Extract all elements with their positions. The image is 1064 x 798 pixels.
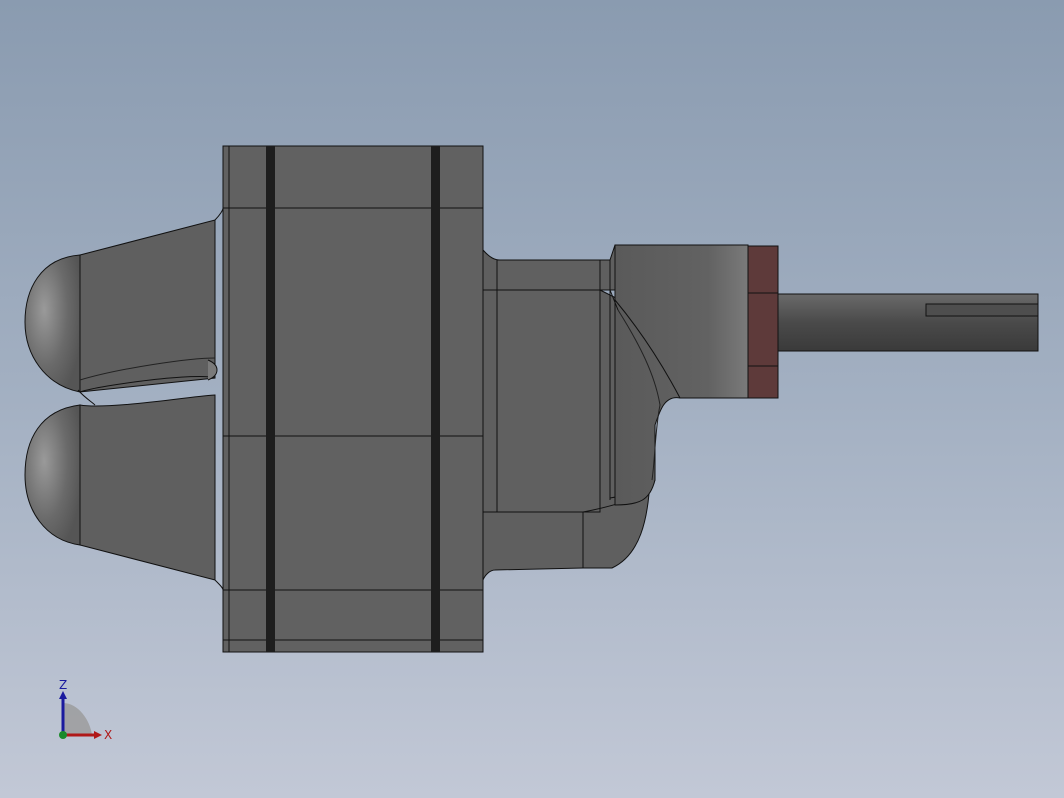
orientation-triad[interactable]: Z X <box>50 675 120 745</box>
groove-band-right <box>431 146 440 652</box>
y-axis-dot <box>59 731 67 739</box>
3d-viewport[interactable] <box>0 0 1064 798</box>
x-axis-label: X <box>104 728 112 742</box>
z-axis-label: Z <box>59 678 67 692</box>
triad-plane <box>63 703 92 735</box>
x-axis-arrowhead <box>94 731 102 739</box>
lower-lobe <box>24 389 216 581</box>
groove-band-left <box>266 146 275 652</box>
main-housing-block <box>214 145 484 653</box>
upper-lobe <box>24 219 218 393</box>
outlet-elbow <box>609 244 749 506</box>
cad-model[interactable] <box>24 145 1039 653</box>
output-shaft <box>777 293 1039 352</box>
keyway-slot <box>925 303 1039 317</box>
z-axis-arrowhead <box>59 691 67 699</box>
hex-nut <box>747 245 779 399</box>
